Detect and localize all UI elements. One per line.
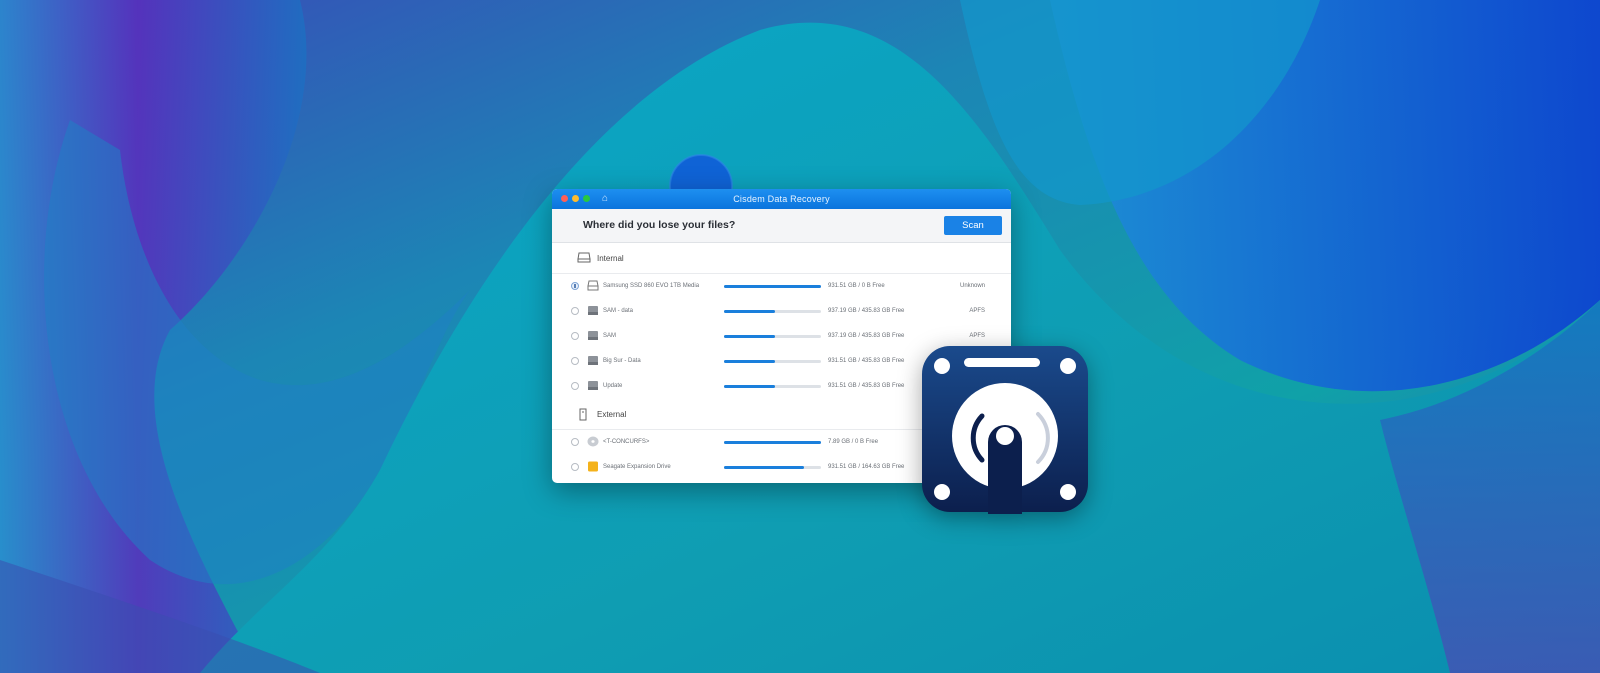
usage-fill [724,360,776,363]
usb-drive-icon [579,408,587,421]
drive-name: Samsung SSD 860 EVO 1TB Media [603,283,700,289]
drive-row[interactable]: Samsung SSD 860 EVO 1TB Media 931.51 GB /… [552,274,1011,299]
volume-icon [587,355,599,366]
drive-size: 937.19 GB / 435.83 GB Free [828,333,905,339]
usage-bar [724,441,821,444]
drive-radio[interactable] [571,357,579,365]
volume-icon [587,305,599,316]
external-drive-icon [587,461,599,472]
window-title: Cisdem Data Recovery [733,194,830,204]
drive-row[interactable]: SAM - data 937.19 GB / 435.83 GB Free APFS [552,299,1011,324]
disc-icon [587,436,599,447]
toolbar: Where did you lose your files? Scan [552,209,1011,243]
usage-fill [724,335,776,338]
usage-fill [724,385,776,388]
drive-name: Seagate Expansion Drive [603,464,671,470]
drive-size: 931.51 GB / 0 B Free [828,283,885,289]
drive-filesystem: Unknown [959,283,985,289]
drive-size: 7.89 GB / 0 B Free [828,439,879,445]
scan-button[interactable]: Scan [944,216,1002,235]
page-heading: Where did you lose your files? [583,219,736,231]
drive-size: 931.51 GB / 164.63 GB Free [828,464,905,470]
section-label: Internal [597,254,624,263]
drive-radio[interactable] [571,463,579,471]
usage-bar [724,360,821,363]
usage-bar [724,285,821,288]
drive-filesystem: APFS [969,308,985,314]
drive-name: <T-CONCURFS> [603,439,650,445]
hard-drive-icon [587,280,599,291]
usage-bar [724,385,821,388]
usage-fill [724,466,804,469]
drive-name: Big Sur - Data [603,358,641,364]
drive-name: SAM - data [603,308,634,314]
drive-name: Update [603,383,623,389]
section-internal: Internal [552,243,1011,274]
drive-radio[interactable] [571,438,579,446]
drive-size: 937.19 GB / 435.83 GB Free [828,308,905,314]
drive-size: 931.51 GB / 435.83 GB Free [828,358,905,364]
usage-bar [724,310,821,313]
usage-fill [724,285,821,288]
drive-name: SAM [603,333,617,339]
drive-radio[interactable] [571,332,579,340]
usage-bar [724,466,821,469]
drive-radio[interactable] [571,382,579,390]
section-label: External [597,410,627,419]
drive-size: 931.51 GB / 435.83 GB Free [828,383,905,389]
usage-fill [724,310,776,313]
title-bar: ⌂ Cisdem Data Recovery [552,189,1011,209]
drive-filesystem: APFS [969,333,985,339]
internal-drive-icon [577,252,591,263]
drive-radio[interactable] [571,307,579,315]
drive-radio[interactable] [571,282,579,290]
volume-icon [587,330,599,341]
usage-bar [724,335,821,338]
usage-fill [724,441,821,444]
volume-icon [587,380,599,391]
cisdem-app-icon [920,344,1090,514]
